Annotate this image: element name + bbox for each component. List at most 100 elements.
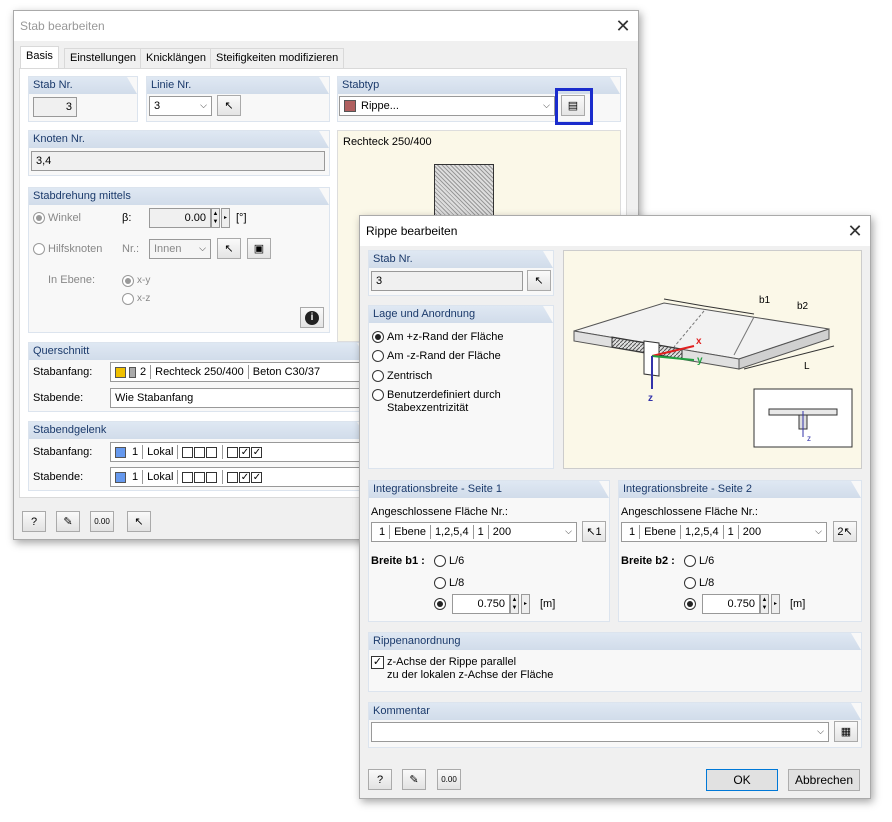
- linie-nr-select[interactable]: 3 ⌵: [149, 96, 212, 116]
- b1-l8-radio[interactable]: [434, 577, 446, 589]
- gel-ende-label: Stabende:: [33, 471, 84, 483]
- group-header: Stabendgelenk: [29, 422, 367, 439]
- lage-zentrisch-radio[interactable]: [372, 370, 384, 382]
- winkel-label: Winkel: [48, 212, 82, 224]
- b2-step-right[interactable]: ▸: [771, 594, 780, 614]
- fig-label-y: y: [697, 355, 703, 366]
- kommentar-input[interactable]: ⌵: [371, 722, 829, 742]
- qs-ende-select[interactable]: Wie Stabanfang: [110, 388, 368, 408]
- edit-icon: ✎: [63, 516, 73, 528]
- lage-benutzer-radio[interactable]: [372, 389, 384, 401]
- stabtyp-color-swatch: [344, 100, 356, 112]
- fig-inset-z: z: [807, 434, 811, 443]
- help-button[interactable]: ?: [368, 769, 392, 790]
- close-icon[interactable]: ✕: [608, 11, 638, 41]
- chevron-down-icon: ⌵: [199, 243, 206, 253]
- edit-button[interactable]: ✎: [402, 769, 426, 790]
- b1-step-right[interactable]: ▸: [521, 594, 530, 614]
- ebene-label: In Ebene:: [48, 274, 96, 286]
- b2-l8-radio[interactable]: [684, 577, 696, 589]
- gel-nr: 1: [132, 471, 139, 483]
- units-button[interactable]: 0.00: [90, 511, 114, 532]
- lage-option-label: Am +z-Rand der Fläche: [387, 331, 504, 343]
- tab-knicklaengen[interactable]: Knicklängen: [140, 48, 212, 68]
- group-header: Rippenanordnung: [369, 633, 861, 650]
- lage-plus-z-radio[interactable]: [372, 331, 384, 343]
- xz-radio[interactable]: [122, 293, 134, 305]
- pick-flaeche1-button[interactable]: ↖1: [582, 521, 606, 542]
- beta-field[interactable]: 0.00: [149, 208, 211, 228]
- library-icon: ▦: [840, 726, 852, 738]
- b1-custom-radio[interactable]: [434, 598, 446, 610]
- flaeche2-select[interactable]: 1 Ebene 1,2,5,4 1 200 ⌵: [621, 522, 827, 542]
- b2-spinner[interactable]: ▲ ▼: [760, 594, 769, 614]
- beta-step-right[interactable]: ▸: [221, 208, 230, 228]
- winkel-radio[interactable]: [33, 212, 45, 224]
- stab-nr-field[interactable]: 3: [371, 271, 523, 291]
- qs-anfang-select[interactable]: 2 Rechteck 250/400 Beton C30/37: [110, 362, 368, 382]
- group-header: Integrationsbreite - Seite 1: [369, 481, 609, 498]
- units-icon: 0.00: [94, 517, 110, 526]
- help-icon: ?: [30, 515, 38, 528]
- chevron-down-icon: ⌵: [543, 100, 550, 110]
- lage-minus-z-radio[interactable]: [372, 350, 384, 362]
- kommentar-library-button[interactable]: ▦: [834, 721, 858, 742]
- hilfsknoten-radio[interactable]: [33, 243, 45, 255]
- gel-anfang-select[interactable]: 1 Lokal ✓ ✓: [110, 442, 368, 462]
- close-icon[interactable]: ✕: [840, 216, 870, 246]
- fl-mat: 1: [477, 526, 484, 538]
- cancel-button[interactable]: Abbrechen: [788, 769, 860, 791]
- b1-spinner[interactable]: ▲ ▼: [510, 594, 519, 614]
- edit-dialog-icon: ▤: [567, 100, 579, 112]
- edit-button[interactable]: ✎: [56, 511, 80, 532]
- chevron-down-icon: ⌵: [200, 100, 207, 110]
- chevron-down-icon: ⌵: [817, 726, 824, 736]
- select-button[interactable]: ↖: [127, 511, 151, 532]
- lage-option-label: Am -z-Rand der Fläche: [387, 350, 501, 362]
- stabtyp-select[interactable]: Rippe... ⌵: [339, 96, 555, 116]
- group-header: Integrationsbreite - Seite 2: [619, 481, 861, 498]
- pick-flaeche2-button[interactable]: 2↖: [833, 521, 857, 542]
- fl-d: 200: [742, 526, 762, 538]
- b2-custom-radio[interactable]: [684, 598, 696, 610]
- hilfsknoten-select[interactable]: Innen ⌵: [149, 239, 211, 259]
- edit-icon: ✎: [409, 774, 419, 786]
- pick-linie-button[interactable]: ↖: [217, 95, 241, 116]
- cursor-pick-icon: ↖: [224, 100, 234, 112]
- help-button[interactable]: ?: [22, 511, 46, 532]
- tab-basis[interactable]: Basis: [20, 46, 59, 69]
- ok-button[interactable]: OK: [706, 769, 778, 791]
- b1-value-field[interactable]: 0.750: [452, 594, 510, 614]
- tab-einstellungen[interactable]: Einstellungen: [64, 48, 143, 68]
- tab-steifigkeiten[interactable]: Steifigkeiten modifizieren: [210, 48, 345, 68]
- qs-material: Beton C30/37: [252, 366, 321, 378]
- b2-value-field[interactable]: 0.750: [702, 594, 760, 614]
- xy-radio[interactable]: [122, 275, 134, 287]
- fig-label-L: L: [804, 361, 810, 372]
- hinge-color-icon: [115, 471, 126, 483]
- group-header: Stabdrehung mittels: [29, 188, 329, 205]
- xz-label: x-z: [137, 293, 151, 304]
- l6-label: L/6: [449, 555, 465, 567]
- beta-spinner[interactable]: ▲ ▼: [211, 208, 220, 228]
- edit-stabtyp-button[interactable]: ▤: [561, 95, 585, 116]
- hinge-color-icon: [115, 446, 126, 458]
- new-node-button[interactable]: ▣: [247, 238, 271, 259]
- info-button[interactable]: i: [300, 307, 324, 328]
- pick-stab-button[interactable]: ↖: [527, 270, 551, 291]
- flaeche1-select[interactable]: 1 Ebene 1,2,5,4 1 200 ⌵: [371, 522, 577, 542]
- pick-node-button[interactable]: ↖: [217, 238, 241, 259]
- dof-checkboxes: ✓ ✓: [182, 470, 263, 484]
- b1-l6-radio[interactable]: [434, 555, 446, 567]
- knoten-field[interactable]: 3,4: [31, 151, 325, 171]
- flaeche-label: Angeschlossene Fläche Nr.:: [371, 506, 508, 518]
- units-button[interactable]: 0.00: [437, 769, 461, 790]
- z-achse-checkbox[interactable]: ✓: [371, 656, 384, 669]
- b2-l6-radio[interactable]: [684, 555, 696, 567]
- info-icon: i: [305, 310, 319, 325]
- beta-unit: [°]: [236, 212, 247, 224]
- stabtyp-value: Rippe...: [361, 100, 399, 112]
- group-header: Lage und Anordnung: [369, 306, 553, 323]
- group-header: Stab Nr.: [29, 77, 137, 94]
- gel-ende-select[interactable]: 1 Lokal ✓ ✓: [110, 467, 368, 487]
